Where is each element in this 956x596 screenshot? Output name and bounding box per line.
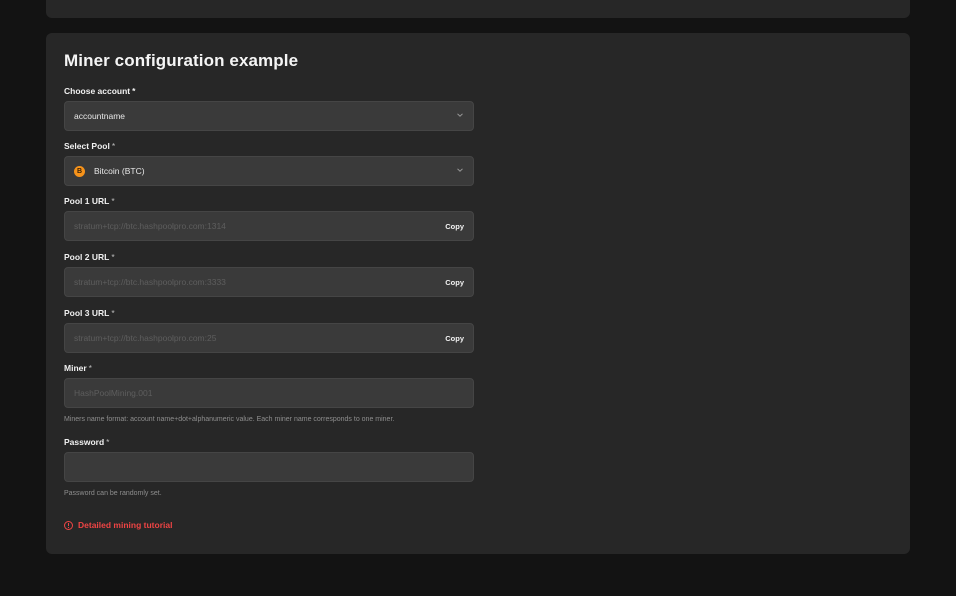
account-select[interactable]: accountname [64,101,474,131]
pool2-url-label-text: Pool 2 URL [64,252,110,262]
password-label: Password * [64,437,109,447]
info-circle-icon [64,520,73,530]
miner-hint: Miners name format: account name+dot+alp… [64,416,395,423]
pool-label: Select Pool * [64,141,115,151]
pool3-copy-button[interactable]: Copy [445,334,464,343]
mining-tutorial-label: Detailed mining tutorial [78,520,173,530]
pool3-url-label-text: Pool 3 URL [64,308,110,318]
pool1-url-label: Pool 1 URL * [64,196,115,206]
pool3-url-label: Pool 3 URL * [64,308,115,318]
password-input[interactable] [64,452,474,482]
required-mark: * [111,196,115,206]
required-mark: * [132,86,136,96]
chevron-down-icon [457,168,463,172]
miner-input[interactable]: HashPoolMining.001 [64,378,474,408]
password-label-text: Password [64,437,105,447]
pool2-url-label: Pool 2 URL * [64,252,115,262]
required-mark: * [111,252,115,262]
pool2-url-field[interactable]: stratum+tcp://btc.hashpoolpro.com:3333 C… [64,267,474,297]
bitcoin-icon: B [74,166,85,177]
pool1-url-value: stratum+tcp://btc.hashpoolpro.com:1314 [74,221,226,231]
password-hint: Password can be randomly set. [64,490,162,497]
required-mark: * [106,437,110,447]
pool-select[interactable]: B Bitcoin (BTC) [64,156,474,186]
miner-label: Miner * [64,363,92,373]
chevron-down-icon [457,113,463,117]
pool3-url-field[interactable]: stratum+tcp://btc.hashpoolpro.com:25 Cop… [64,323,474,353]
pool1-url-field[interactable]: stratum+tcp://btc.hashpoolpro.com:1314 C… [64,211,474,241]
required-mark: * [88,363,92,373]
page-title: Miner configuration example [64,51,299,70]
miner-input-placeholder: HashPoolMining.001 [74,388,153,398]
pool1-copy-button[interactable]: Copy [445,222,464,231]
pool-label-text: Select Pool [64,141,110,151]
previous-card [46,0,910,18]
mining-tutorial-link[interactable]: Detailed mining tutorial [64,520,172,530]
account-select-value: accountname [74,111,126,121]
pool-select-value: Bitcoin (BTC) [94,166,145,176]
account-label-text: Choose account [64,86,131,96]
required-mark: * [111,308,115,318]
pool1-url-label-text: Pool 1 URL [64,196,110,206]
pool3-url-value: stratum+tcp://btc.hashpoolpro.com:25 [74,333,217,343]
pool2-url-value: stratum+tcp://btc.hashpoolpro.com:3333 [74,277,226,287]
miner-config-card: Miner configuration example Choose accou… [46,33,910,554]
required-mark: * [111,141,116,151]
account-label: Choose account * [64,86,135,96]
miner-label-text: Miner [64,363,87,373]
pool2-copy-button[interactable]: Copy [445,278,464,287]
